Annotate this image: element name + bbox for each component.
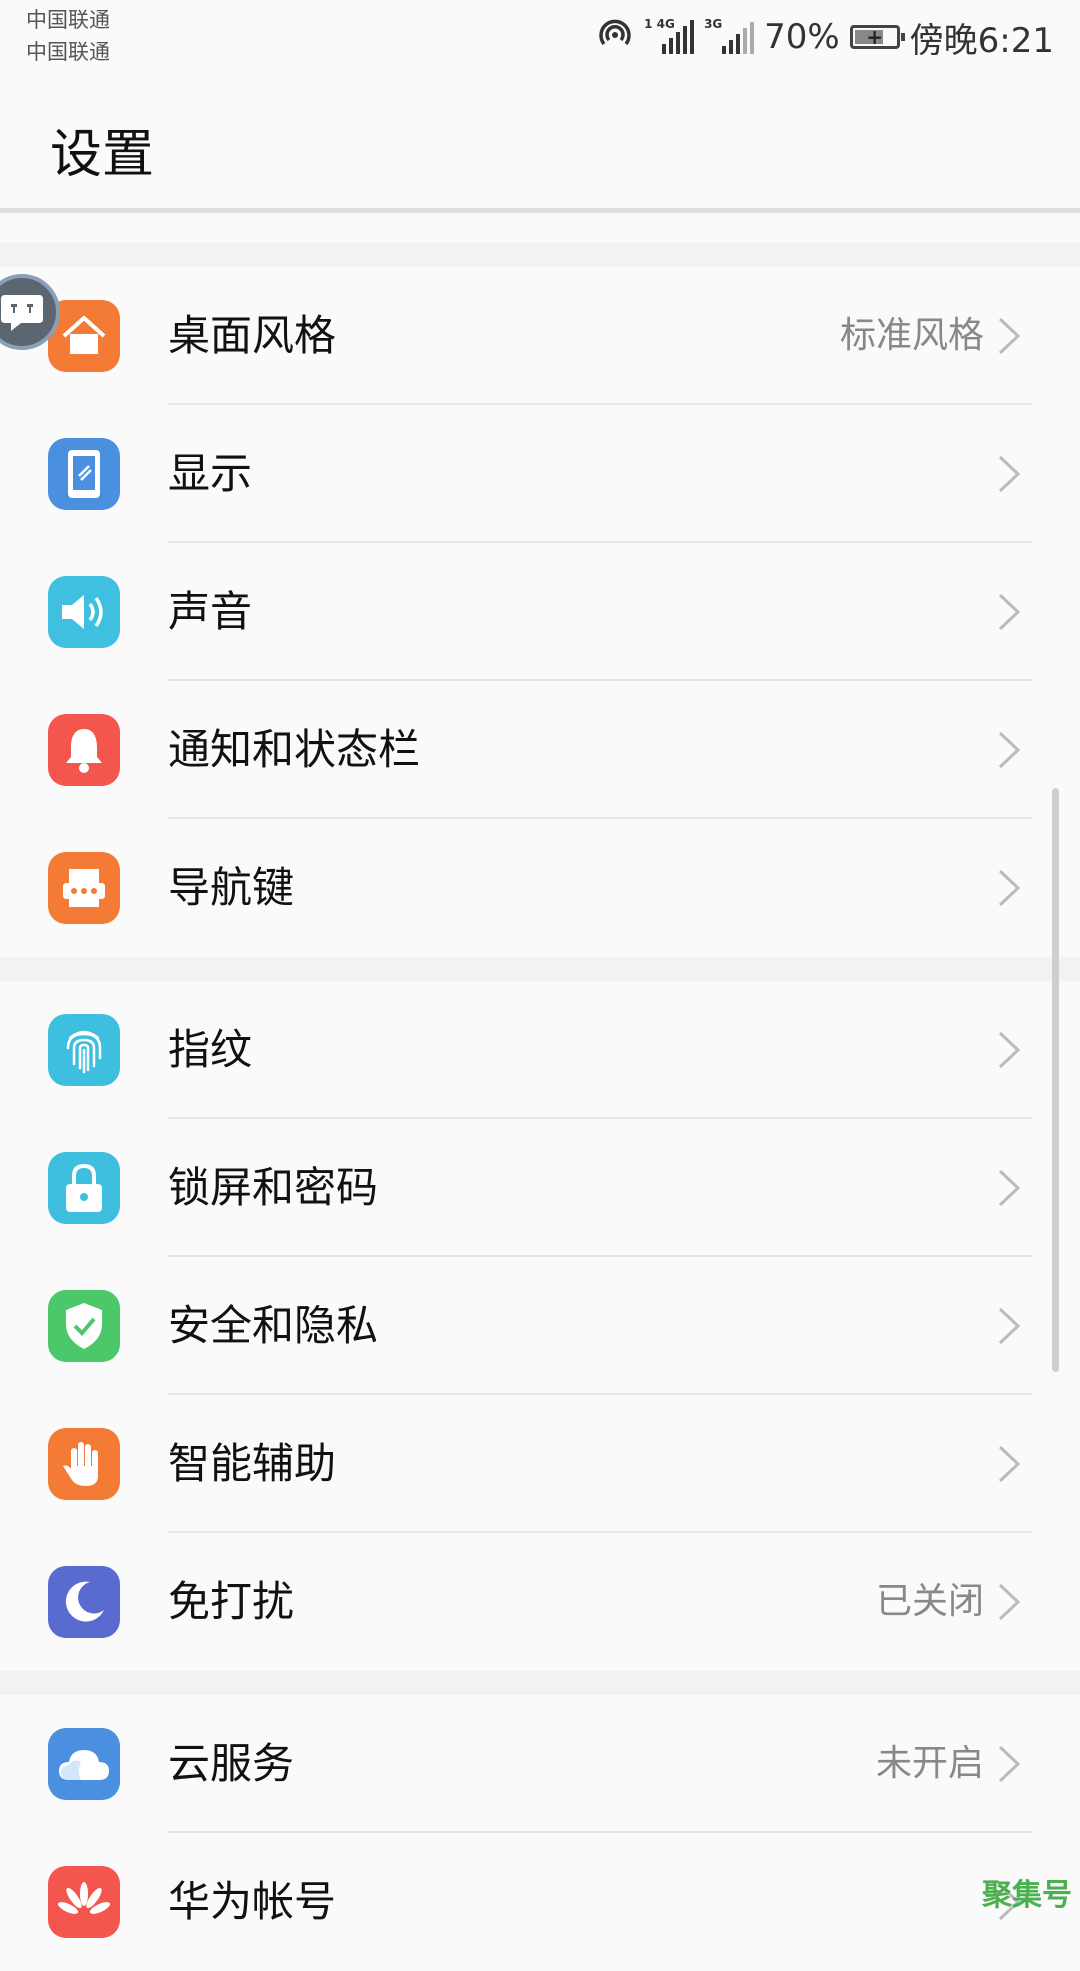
chevron-right-icon xyxy=(998,731,1021,769)
battery-icon: + xyxy=(849,25,905,49)
title-bar: 设置 xyxy=(0,70,1080,212)
settings-row-display[interactable]: 显示 xyxy=(0,405,1080,543)
battery-percent: 70% xyxy=(764,17,840,57)
hand-icon xyxy=(48,1428,120,1500)
chevron-right-icon xyxy=(998,1031,1021,1069)
chevron-right-icon xyxy=(998,455,1021,493)
chevron-right-icon xyxy=(998,317,1021,355)
settings-row-value: 已关闭 xyxy=(875,1581,984,1622)
settings-row-label: 导航键 xyxy=(168,863,295,912)
bell-icon xyxy=(48,714,120,786)
watermark: 聚集号 xyxy=(982,1878,1072,1913)
settings-row-smart-assist[interactable]: 智能辅助 xyxy=(0,1395,1080,1533)
settings-row-label: 云服务 xyxy=(168,1739,295,1788)
cloud-icon xyxy=(48,1728,120,1800)
chevron-right-icon xyxy=(998,1745,1021,1783)
settings-row-label: 安全和隐私 xyxy=(168,1301,379,1350)
chevron-right-icon xyxy=(998,1169,1021,1207)
carrier-1: 中国联通 xyxy=(26,8,110,32)
section-gap xyxy=(0,957,1080,981)
signal-strength-icon-1: 1 4G xyxy=(644,17,695,54)
section-gap xyxy=(0,243,1080,267)
signal-label-1: 1 4G xyxy=(644,17,675,31)
chevron-right-icon xyxy=(998,869,1021,907)
settings-row-label: 指纹 xyxy=(168,1025,253,1074)
settings-row-home-style[interactable]: 桌面风格 标准风格 xyxy=(0,267,1080,405)
clock: 傍晚6:21 xyxy=(909,20,1054,61)
settings-row-label: 显示 xyxy=(168,449,253,498)
fingerprint-icon xyxy=(48,1014,120,1086)
chat-bubble-icon xyxy=(1,295,43,331)
settings-row-label: 桌面风格 xyxy=(168,311,337,360)
hotspot-icon xyxy=(596,18,634,56)
carrier-2: 中国联通 xyxy=(26,40,110,64)
settings-row-notifications[interactable]: 通知和状态栏 xyxy=(0,681,1080,819)
huawei-logo-icon xyxy=(48,1866,120,1938)
title-divider xyxy=(0,208,1080,213)
settings-row-label: 通知和状态栏 xyxy=(168,725,421,774)
settings-row-cloud[interactable]: 云服务 未开启 xyxy=(0,1695,1080,1833)
settings-row-value: 标准风格 xyxy=(839,315,984,356)
display-icon xyxy=(48,438,120,510)
navigation-key-icon xyxy=(48,852,120,924)
section-gap xyxy=(0,1671,1080,1695)
lock-icon xyxy=(48,1152,120,1224)
settings-row-label: 智能辅助 xyxy=(168,1439,337,1488)
shield-check-icon xyxy=(48,1290,120,1362)
chevron-right-icon xyxy=(998,1445,1021,1483)
settings-row-lockscreen[interactable]: 锁屏和密码 xyxy=(0,1119,1080,1257)
chevron-right-icon xyxy=(998,1307,1021,1345)
signal-label-2: 3G xyxy=(704,17,723,31)
settings-row-security-privacy[interactable]: 安全和隐私 xyxy=(0,1257,1080,1395)
speaker-icon xyxy=(48,576,120,648)
settings-row-label: 锁屏和密码 xyxy=(168,1163,379,1212)
settings-row-value: 未开启 xyxy=(875,1743,984,1784)
chevron-right-icon xyxy=(998,593,1021,631)
page-title: 设置 xyxy=(50,125,155,185)
status-indicators: 1 4G 3G 70% + 傍晚6:21 xyxy=(596,12,1054,62)
settings-row-navigation-keys[interactable]: 导航键 xyxy=(0,819,1080,957)
settings-row-do-not-disturb[interactable]: 免打扰 已关闭 xyxy=(0,1533,1080,1671)
settings-row-sound[interactable]: 声音 xyxy=(0,543,1080,681)
signal-strength-icon-2: 3G xyxy=(704,17,755,54)
settings-row-huawei-account[interactable]: 华为帐号 xyxy=(0,1833,1080,1971)
scrollbar[interactable] xyxy=(1052,788,1059,1372)
chevron-right-icon xyxy=(998,1583,1021,1621)
settings-row-fingerprint[interactable]: 指纹 xyxy=(0,981,1080,1119)
moon-icon xyxy=(48,1566,120,1638)
settings-row-label: 免打扰 xyxy=(168,1577,295,1626)
status-bar: 中国联通 中国联通 1 4G 3G 70% + 傍晚6:21 xyxy=(0,0,1080,70)
settings-list: 桌面风格 标准风格 显示 声音 通知和状态栏 导航键 指纹 锁屏和密码 安全和隐… xyxy=(0,243,1080,1971)
settings-row-label: 声音 xyxy=(168,587,253,636)
settings-row-label: 华为帐号 xyxy=(168,1877,337,1926)
